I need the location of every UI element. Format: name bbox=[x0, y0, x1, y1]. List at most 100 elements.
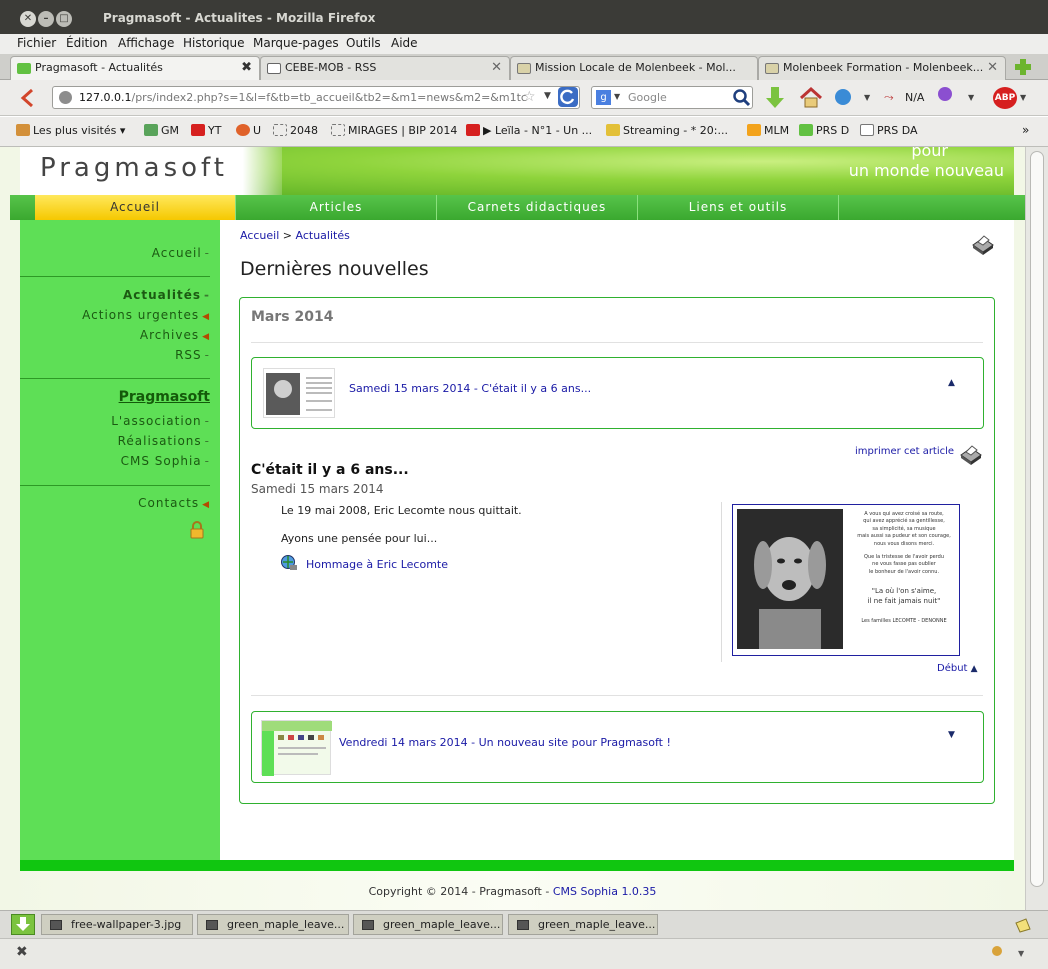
divider bbox=[721, 502, 722, 662]
na-label[interactable]: N/A bbox=[905, 91, 924, 104]
close-tab-icon[interactable]: ✖ bbox=[241, 60, 252, 75]
chevron-down-icon[interactable]: ▼ bbox=[968, 93, 974, 102]
menu-edition[interactable]: Édition bbox=[66, 36, 108, 50]
bookmark-most-visited[interactable]: Les plus visités ▾ bbox=[16, 124, 125, 137]
breadcrumb-actualites[interactable]: Actualités bbox=[296, 229, 350, 242]
lock-icon[interactable] bbox=[189, 521, 205, 539]
sidebar-item-accueil[interactable]: Accueil - bbox=[152, 246, 210, 260]
copyright: Copyright © 2014 - Pragmasoft - CMS Soph… bbox=[368, 885, 657, 898]
more-bookmarks-icon[interactable]: » bbox=[1022, 123, 1029, 137]
collapse-icon[interactable]: ▲ bbox=[948, 378, 955, 388]
menu-outils[interactable]: Outils bbox=[346, 36, 381, 50]
chevron-down-icon[interactable]: ▼ bbox=[864, 93, 870, 102]
download-arrow-icon[interactable] bbox=[11, 914, 35, 935]
sidebar-item-realisations[interactable]: Réalisations - bbox=[118, 434, 210, 448]
bookmark-streaming[interactable]: Streaming - * 20:... bbox=[606, 124, 728, 137]
nav-accueil[interactable]: Accueil bbox=[35, 195, 236, 220]
bookmark-2048[interactable]: 2048 bbox=[273, 124, 318, 137]
sidebar-item-rss[interactable]: RSS - bbox=[175, 348, 210, 362]
download-item[interactable]: green_maple_leave... bbox=[197, 914, 349, 935]
news-thumbnail bbox=[263, 368, 335, 418]
menu-aide[interactable]: Aide bbox=[391, 36, 418, 50]
download-item[interactable]: green_maple_leave... bbox=[353, 914, 503, 935]
search-input[interactable]: g ▼ Google bbox=[591, 86, 753, 109]
sidebar-group-pragmasoft[interactable]: Pragmasoft bbox=[119, 389, 210, 405]
nav-articles[interactable]: Articles bbox=[236, 195, 437, 220]
menu-historique[interactable]: Historique bbox=[183, 36, 245, 50]
breadcrumb-separator: > bbox=[282, 229, 292, 242]
sidebar-item-contacts[interactable]: Contacts ◀ bbox=[138, 496, 210, 510]
bookmark-mlm[interactable]: MLM bbox=[747, 124, 789, 137]
new-tab-icon[interactable] bbox=[1011, 56, 1035, 78]
print-icon[interactable] bbox=[958, 441, 984, 467]
news-item[interactable]: Samedi 15 mars 2014 - C'était il y a 6 a… bbox=[251, 357, 984, 429]
hommage-link[interactable]: Hommage à Eric Lecomte bbox=[306, 558, 448, 571]
url-bar[interactable]: 127.0.0.1/prs/index2.php?s=1&l=f&tb=tb_a… bbox=[52, 86, 580, 109]
bookmark-prs-da[interactable]: PRS DA bbox=[860, 124, 918, 137]
menu-affichage[interactable]: Affichage bbox=[118, 36, 174, 50]
tab-cebe-mob[interactable]: CEBE-MOB - RSS ✕ bbox=[260, 56, 510, 80]
chevron-down-icon[interactable]: ▼ bbox=[544, 91, 551, 101]
bookmark-gm[interactable]: GM bbox=[144, 124, 179, 137]
nav-carnets-didactiques[interactable]: Carnets didactiques bbox=[437, 195, 638, 220]
breadcrumb-accueil[interactable]: Accueil bbox=[240, 229, 279, 242]
chevron-down-icon[interactable]: ▼ bbox=[1018, 949, 1024, 958]
home-icon[interactable] bbox=[798, 85, 824, 111]
web-icon[interactable] bbox=[835, 89, 851, 105]
chevron-down-icon[interactable]: ▼ bbox=[1020, 93, 1026, 102]
arrow-left-icon: ◀ bbox=[202, 312, 210, 322]
bookmark-prs-d[interactable]: PRS D bbox=[799, 124, 849, 137]
clear-downloads-icon[interactable] bbox=[1012, 915, 1034, 935]
leaf-icon bbox=[17, 63, 31, 74]
print-icon[interactable] bbox=[970, 231, 996, 257]
maximize-window-icon[interactable]: □ bbox=[56, 11, 72, 27]
site-navigation: Accueil Articles Carnets didactiques Lie… bbox=[10, 195, 1025, 220]
addon-status-icon[interactable] bbox=[992, 946, 1002, 956]
news-item[interactable]: Vendredi 14 mars 2014 - Un nouveau site … bbox=[251, 711, 984, 783]
search-icon[interactable] bbox=[732, 88, 752, 108]
nav-liens-outils[interactable]: Liens et outils bbox=[638, 195, 839, 220]
sidebar-item-association[interactable]: L'association - bbox=[111, 414, 210, 428]
downloads-icon[interactable] bbox=[763, 85, 787, 111]
reload-icon[interactable] bbox=[558, 87, 578, 107]
vertical-scrollbar[interactable] bbox=[1025, 147, 1048, 910]
downloads-bar: free-wallpaper-3.jpg green_maple_leave..… bbox=[0, 910, 1048, 938]
sidebar-item-actions-urgentes[interactable]: Actions urgentes ◀ bbox=[82, 308, 210, 322]
sidebar-item-archives[interactable]: Archives ◀ bbox=[140, 328, 210, 342]
bookmark-u[interactable]: U bbox=[236, 124, 261, 137]
sidebar-item-actualites[interactable]: Actualités - bbox=[123, 288, 210, 302]
tab-pragmasoft[interactable]: Pragmasoft - Actualités ✖ bbox=[10, 56, 260, 80]
bookmark-mirages[interactable]: MIRAGES | BIP 2014 bbox=[331, 124, 457, 137]
menu-fichier[interactable]: Fichier bbox=[17, 36, 56, 50]
tab-mission-locale[interactable]: Mission Locale de Molenbeek - Mol... bbox=[510, 56, 758, 80]
tab-molenbeek-formation[interactable]: Molenbeek Formation - Molenbeek... ✕ bbox=[758, 56, 1006, 80]
close-tab-icon[interactable]: ✕ bbox=[987, 60, 998, 75]
news-link[interactable]: Samedi 15 mars 2014 - C'était il y a 6 a… bbox=[349, 382, 591, 395]
bookmark-star-icon[interactable]: ☆ bbox=[523, 89, 536, 105]
back-icon[interactable] bbox=[16, 86, 40, 110]
download-item[interactable]: free-wallpaper-3.jpg bbox=[41, 914, 193, 935]
download-item[interactable]: green_maple_leave... bbox=[508, 914, 658, 935]
bookmark-yt[interactable]: YT bbox=[191, 124, 221, 137]
main-content: Accueil > Actualités Dernières nouvelles… bbox=[220, 220, 1014, 860]
cms-link[interactable]: CMS Sophia 1.0.35 bbox=[553, 885, 657, 898]
sidebar-item-cms-sophia[interactable]: CMS Sophia - bbox=[121, 454, 210, 468]
adblock-icon[interactable]: ABP bbox=[993, 87, 1017, 109]
close-window-icon[interactable]: ✕ bbox=[20, 11, 36, 27]
expand-icon[interactable]: ▼ bbox=[948, 730, 955, 740]
close-bar-icon[interactable]: ✖ bbox=[16, 944, 28, 960]
news-link[interactable]: Vendredi 14 mars 2014 - Un nouveau site … bbox=[339, 736, 671, 749]
scrollbar-thumb[interactable] bbox=[1030, 151, 1044, 887]
close-tab-icon[interactable]: ✕ bbox=[491, 60, 502, 75]
back-to-top-link[interactable]: Début ▲ bbox=[937, 663, 978, 674]
site-logo: Pragmasoft bbox=[20, 147, 282, 195]
menu-marque-pages[interactable]: Marque-pages bbox=[253, 36, 339, 50]
minimize-window-icon[interactable]: – bbox=[38, 11, 54, 27]
bookmark-leila[interactable]: ▶ Leïla - N°1 - Un ... bbox=[466, 124, 592, 137]
print-article-link[interactable]: imprimer cet article bbox=[855, 446, 954, 457]
extension-icon[interactable] bbox=[938, 87, 952, 101]
globe-icon bbox=[59, 91, 72, 104]
file-icon bbox=[517, 920, 529, 930]
site-name: Pragmasoft bbox=[40, 153, 228, 183]
navigation-bar: 127.0.0.1/prs/index2.php?s=1&l=f&tb=tb_a… bbox=[0, 80, 1048, 116]
